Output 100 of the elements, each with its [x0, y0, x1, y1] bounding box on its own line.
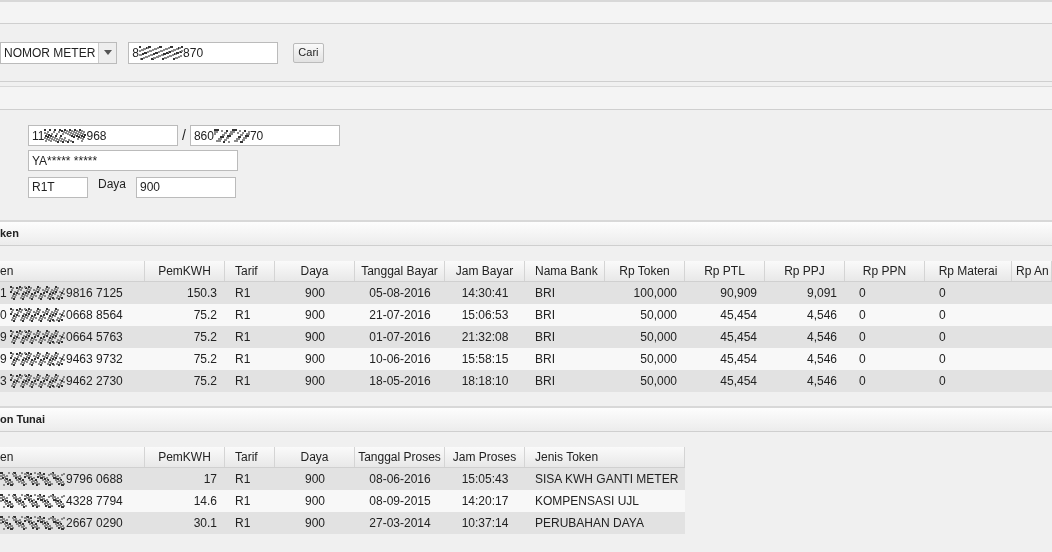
table-cell-text: 08-06-2016 [368, 471, 432, 488]
table-row[interactable]: 0 0668 8564 75.2 R1 900 21-07-2016 15:06:53 BRI 50,000 45,454 4,546 0 0 [0, 304, 1052, 326]
search-button[interactable]: Cari [293, 42, 324, 63]
column-header[interactable]: Jam Proses [445, 447, 525, 467]
redaction-mask [0, 494, 65, 508]
column-header[interactable]: Daya [275, 447, 355, 467]
redaction-mask [44, 128, 87, 143]
table-cell: 9796 0688 [0, 468, 145, 490]
table-cell-text: BRI [534, 307, 556, 324]
daya-field[interactable]: 900 [136, 176, 236, 198]
table-cell-text: 900 [304, 329, 326, 346]
column-header[interactable]: Jam Bayar [445, 261, 525, 281]
table-cell-text: 0 [938, 351, 947, 368]
column-header[interactable]: PemKWH [145, 261, 225, 281]
table-cell-text: 900 [304, 307, 326, 324]
table-cell-text: 27-03-2014 [368, 515, 432, 532]
column-header[interactable]: Daya [275, 261, 355, 281]
table-cell-text: 10:37:14 [460, 515, 510, 532]
table-cell-text: BRI [534, 285, 556, 302]
column-header[interactable]: Rp PPN [845, 261, 925, 281]
section-title: on Tunai [0, 412, 45, 428]
table-cell: 4328 7794 [0, 490, 145, 512]
table-cell-text: 4,546 [805, 351, 838, 368]
column-header[interactable]: en [0, 447, 145, 467]
table-cell-text: 15:58:15 [460, 351, 510, 368]
table-cell-text: 45,454 [719, 307, 758, 324]
table-cell-text: 9 0664 5763 [0, 329, 124, 346]
meter-number-field[interactable]: 8 870 [128, 41, 279, 64]
column-header[interactable]: Tanggal Proses [355, 447, 445, 467]
table-row[interactable]: 4328 7794 14.6 R1 900 08-09-2015 14:20:17 KOMPENSASI UJL [0, 490, 685, 512]
table-cell-text: 50,000 [639, 373, 678, 390]
table-cell-text: 21-07-2016 [368, 307, 432, 324]
table-cell-text: R1 [234, 285, 252, 302]
table-cell-text: 75.2 [192, 351, 218, 368]
table-cell-text: 30.1 [192, 515, 218, 532]
customer-name-field[interactable]: YA***** ***** [28, 150, 238, 171]
table-cell-text: 9 9463 9732 [0, 351, 124, 368]
column-header[interactable]: Tarif [225, 447, 275, 467]
table-cell-text: 900 [304, 285, 326, 302]
table-cell-text: 08-09-2015 [368, 493, 432, 510]
table-cell-text: 15:06:53 [460, 307, 510, 324]
table-cell: 2667 0290 [0, 512, 145, 534]
table-cell-text: 50,000 [639, 307, 678, 324]
column-header[interactable]: Tanggal Bayar [355, 261, 445, 281]
table-cell-text: 45,454 [719, 329, 758, 346]
table-cell-text: R1 [234, 471, 252, 488]
table-cell-text: BRI [534, 351, 556, 368]
column-header[interactable]: Rp PPJ [765, 261, 845, 281]
table-cell-text: 18-05-2016 [368, 373, 432, 390]
table-cell-text: 50,000 [639, 351, 678, 368]
customer-id-field[interactable]: 11 968 [28, 125, 178, 146]
table-cell-text: R1 [234, 307, 252, 324]
redaction-mask [10, 352, 65, 366]
table-cell-text: 0 [938, 329, 947, 346]
column-header[interactable]: PemKWH [145, 447, 225, 467]
table-cell-text: 100,000 [632, 285, 678, 302]
column-header[interactable]: en [0, 261, 145, 281]
table-cell-text: 18:18:10 [460, 373, 510, 390]
redaction-mask [0, 472, 65, 486]
table-cell-text: 900 [304, 515, 326, 532]
table-cell-text: 9,091 [805, 285, 838, 302]
table-cell-text: 21:32:08 [460, 329, 510, 346]
table-cell-text: 0 [938, 307, 947, 324]
table-cell-text: 4,546 [805, 307, 838, 324]
meter-number-field[interactable]: 860 70 [189, 125, 340, 146]
table-row[interactable]: 9 0664 5763 75.2 R1 900 01-07-2016 21:32:08 BRI 50,000 45,454 4,546 0 0 [0, 326, 1052, 348]
column-header[interactable]: Nama Bank [525, 261, 605, 281]
column-header[interactable]: Rp PTL [685, 261, 765, 281]
table-cell-text: 01-07-2016 [368, 329, 432, 346]
column-header[interactable]: Rp Materai [925, 261, 1012, 281]
table-cell-text: 14:30:41 [460, 285, 510, 302]
column-header[interactable]: Rp An [1012, 261, 1052, 281]
table-cell-text: 50,000 [639, 329, 678, 346]
tariff-field[interactable]: R1T [28, 176, 88, 198]
table-cell-text: R1 [234, 373, 252, 390]
separator-text: / [182, 126, 186, 145]
section-title: ken [0, 226, 19, 242]
table-cell-text: 75.2 [192, 373, 218, 390]
table-cell-text: 0 [938, 285, 947, 302]
table-row[interactable]: 9796 0688 17 R1 900 08-06-2016 15:05:43 SISA KWH GANTI METER [0, 468, 685, 490]
table-cell-text: 45,454 [719, 351, 758, 368]
table-cell-text: 1 9816 7125 [0, 285, 124, 302]
search-type-dropdown[interactable]: NOMOR METER [0, 41, 118, 64]
column-header[interactable]: Jenis Token [525, 447, 685, 467]
column-header[interactable]: Rp Token [605, 261, 685, 281]
table-cell-text: 150.3 [185, 285, 218, 302]
table-row[interactable]: 2667 0290 30.1 R1 900 27-03-2014 10:37:14 PERUBAHAN DAYA [0, 512, 685, 534]
table-cell-text: 05-08-2016 [368, 285, 432, 302]
table-row[interactable]: 9 9463 9732 75.2 R1 900 10-06-2016 15:58:15 BRI 50,000 45,454 4,546 0 0 [0, 348, 1052, 370]
table-row[interactable]: 3 9462 2730 75.2 R1 900 18-05-2016 18:18:10 BRI 50,000 45,454 4,546 0 0 [0, 370, 1052, 392]
table-cell-text: 900 [304, 471, 326, 488]
redaction-mask [10, 374, 65, 388]
redaction-mask [10, 286, 65, 300]
table-cell-text: 0 [938, 373, 947, 390]
table-cell-text: 14:20:17 [460, 493, 510, 510]
column-header[interactable]: Tarif [225, 261, 275, 281]
table-cell-text: R1 [234, 351, 252, 368]
daya-label: Daya [98, 176, 126, 193]
redaction-mask [0, 516, 65, 530]
table-row[interactable]: 1 9816 7125 150.3 R1 900 05-08-2016 14:30:41 BRI 100,000 90,909 9,091 0 0 [0, 282, 1052, 304]
